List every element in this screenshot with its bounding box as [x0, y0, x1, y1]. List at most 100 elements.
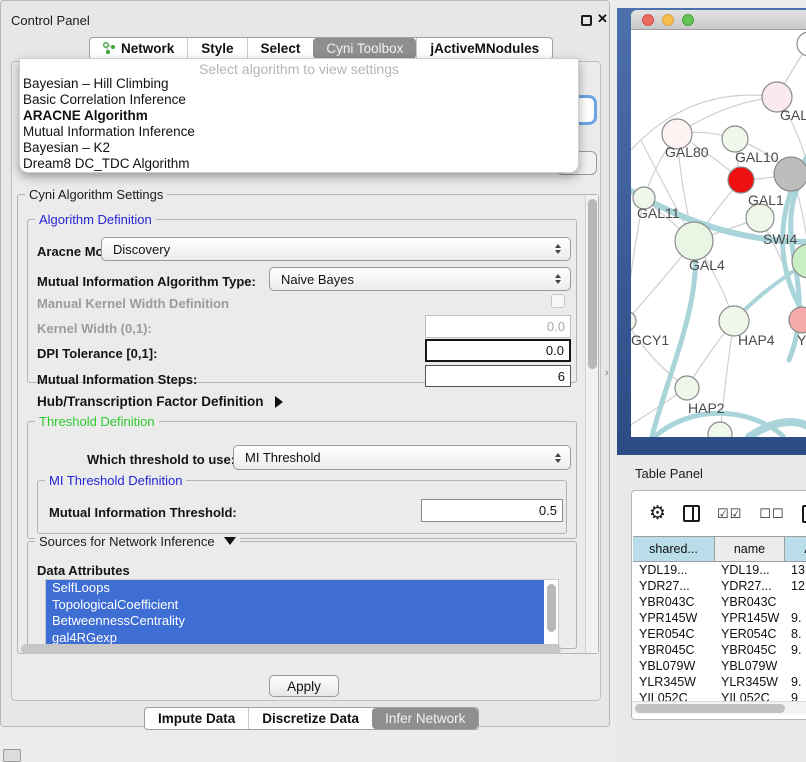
dropdown-item[interactable]: Basic Correlation Inference	[20, 92, 578, 108]
table-cell[interactable]: 9.	[785, 610, 806, 626]
dropdown-item[interactable]: Dream8 DC_TDC Algorithm	[20, 156, 578, 172]
table-cell[interactable]: YBR045C	[633, 642, 715, 658]
settings-vscrollbar[interactable]	[585, 195, 598, 653]
table-cell[interactable]: 9.	[785, 642, 806, 658]
tab-discretize-data[interactable]: Discretize Data	[248, 708, 372, 729]
tab-impute-data[interactable]: Impute Data	[145, 708, 248, 729]
table-cell[interactable]: YLR345W	[633, 674, 715, 690]
settings-hscrollbar[interactable]	[21, 644, 561, 654]
network-node-gal4[interactable]	[675, 222, 713, 260]
dpi-tolerance-input[interactable]	[425, 339, 571, 362]
table-cell[interactable]: YDL19...	[715, 562, 785, 578]
table-row[interactable]: YDR27...YDR27...12	[633, 578, 806, 594]
dropdown-item-selected[interactable]: ARACNE Algorithm	[20, 108, 578, 124]
table-cell[interactable]: YBL079W	[715, 658, 785, 674]
tab-cyni-toolbox[interactable]: Cyni Toolbox	[313, 38, 416, 59]
table-cell[interactable]: YLR345W	[715, 674, 785, 690]
sources-title[interactable]: Sources for Network Inference	[35, 534, 240, 549]
attribute-item-selected[interactable]: BetweennessCentrality	[46, 613, 544, 630]
table-cell[interactable]: 9.	[785, 674, 806, 690]
table-hscrollbar[interactable]	[632, 701, 806, 714]
table-cell[interactable]	[785, 594, 806, 610]
table-row[interactable]: YDL19...YDL19...13	[633, 562, 806, 578]
list-vscrollbar[interactable]	[547, 584, 556, 632]
dropdown-item[interactable]: Bayesian – K2	[20, 140, 578, 156]
manual-kernel-checkbox[interactable]	[551, 294, 565, 308]
dropdown-item[interactable]: Bayesian – Hill Climbing	[20, 76, 578, 92]
network-node[interactable]	[708, 422, 732, 437]
control-panel-title: Control Panel	[11, 13, 90, 28]
table-cell[interactable]: YPR145W	[715, 610, 785, 626]
network-node-gcy1[interactable]	[631, 311, 636, 331]
table-row[interactable]: YLR345WYLR345W9.	[633, 674, 806, 690]
tab-style[interactable]: Style	[187, 38, 246, 59]
table-cell[interactable]: YER054C	[715, 626, 785, 642]
network-node-y[interactable]	[789, 307, 806, 333]
select-all-columns-icon[interactable]: ☑☑	[717, 506, 742, 522]
table-cell[interactable]: YER054C	[633, 626, 715, 642]
node-label: GAL1	[748, 192, 784, 208]
columns-icon[interactable]	[683, 505, 700, 522]
network-node[interactable]	[774, 157, 806, 191]
splitpane-handle[interactable]: ›	[605, 367, 609, 379]
attribute-item-selected[interactable]: SelfLoops	[46, 580, 544, 597]
close-icon[interactable]: ✕	[597, 11, 608, 27]
tab-network[interactable]: Network	[90, 38, 187, 59]
close-traffic-light-icon[interactable]	[642, 14, 654, 26]
mi-steps-input[interactable]	[425, 365, 571, 387]
attribute-item-selected[interactable]: TopologicalCoefficient	[46, 597, 544, 614]
node-label: HAP4	[738, 332, 775, 348]
column-header-extra[interactable]: A	[785, 537, 806, 561]
dropdown-item[interactable]: Mutual Information Inference	[20, 124, 578, 140]
aracne-mode-select[interactable]: Discovery	[101, 237, 571, 261]
table-cell[interactable]: YDR27...	[633, 578, 715, 594]
network-window-titlebar[interactable]	[631, 10, 806, 30]
unselect-all-columns-icon[interactable]: ☐☐	[759, 506, 784, 522]
apply-button[interactable]: Apply	[269, 675, 339, 697]
minimize-traffic-light-icon[interactable]	[662, 14, 674, 26]
node-label: GAL4	[689, 257, 725, 273]
gear-icon[interactable]: ⚙	[649, 502, 666, 525]
mi-threshold-input[interactable]	[421, 499, 563, 522]
which-threshold-select[interactable]: MI Threshold	[233, 445, 571, 470]
node-label: SWI4	[763, 231, 797, 247]
network-view-window[interactable]: GALGAL80GAL10GAL1GAL11GAL4SWI4GCY1HAP4YH…	[631, 10, 806, 437]
table-cell[interactable]: YPR145W	[633, 610, 715, 626]
network-node-hap2[interactable]	[675, 376, 699, 400]
mi-type-select[interactable]: Naive Bayes	[269, 267, 571, 291]
table-row[interactable]: YBR045CYBR045C9.	[633, 642, 806, 658]
table-cell[interactable]: YBL079W	[633, 658, 715, 674]
table-cell[interactable]: 13	[785, 562, 806, 578]
network-canvas[interactable]: GALGAL80GAL10GAL1GAL11GAL4SWI4GCY1HAP4YH…	[631, 30, 806, 437]
network-node-gal1[interactable]	[728, 167, 754, 193]
float-window-icon[interactable]	[581, 15, 592, 26]
network-node[interactable]	[797, 32, 806, 56]
kernel-width-input[interactable]	[425, 315, 571, 338]
table-row[interactable]: YBL079WYBL079W	[633, 658, 806, 674]
table-panel-title: Table Panel	[635, 466, 703, 481]
page-icon[interactable]	[802, 505, 806, 523]
tab-infer-network[interactable]: Infer Network	[372, 708, 478, 729]
table-row[interactable]: YER054CYER054C8.	[633, 626, 806, 642]
node-label: GAL10	[735, 149, 779, 165]
table-row[interactable]: YPR145WYPR145W9.	[633, 610, 806, 626]
mini-corner-button[interactable]	[3, 749, 21, 762]
column-header-shared-name[interactable]: shared...	[633, 537, 715, 561]
table-cell[interactable]: 12	[785, 578, 806, 594]
column-header-name[interactable]: name	[715, 537, 785, 561]
table-cell[interactable]: YDR27...	[715, 578, 785, 594]
table-cell[interactable]	[785, 658, 806, 674]
network-node-swi4[interactable]	[746, 204, 774, 232]
table-cell[interactable]: YBR043C	[633, 594, 715, 610]
zoom-traffic-light-icon[interactable]	[682, 14, 694, 26]
data-attributes-list[interactable]: SelfLoops TopologicalCoefficient Between…	[45, 579, 559, 645]
table-cell[interactable]: 8.	[785, 626, 806, 642]
table-cell[interactable]: YDL19...	[633, 562, 715, 578]
tab-jactivemnodules[interactable]: jActiveMNodules	[416, 38, 552, 59]
table-row[interactable]: YBR043CYBR043C	[633, 594, 806, 610]
tab-select[interactable]: Select	[247, 38, 314, 59]
table-cell[interactable]: YBR045C	[715, 642, 785, 658]
hub-definition-toggle[interactable]: Hub/Transcription Factor Definition	[37, 394, 283, 409]
table-cell[interactable]: YBR043C	[715, 594, 785, 610]
mi-type-value: Naive Bayes	[281, 272, 354, 287]
